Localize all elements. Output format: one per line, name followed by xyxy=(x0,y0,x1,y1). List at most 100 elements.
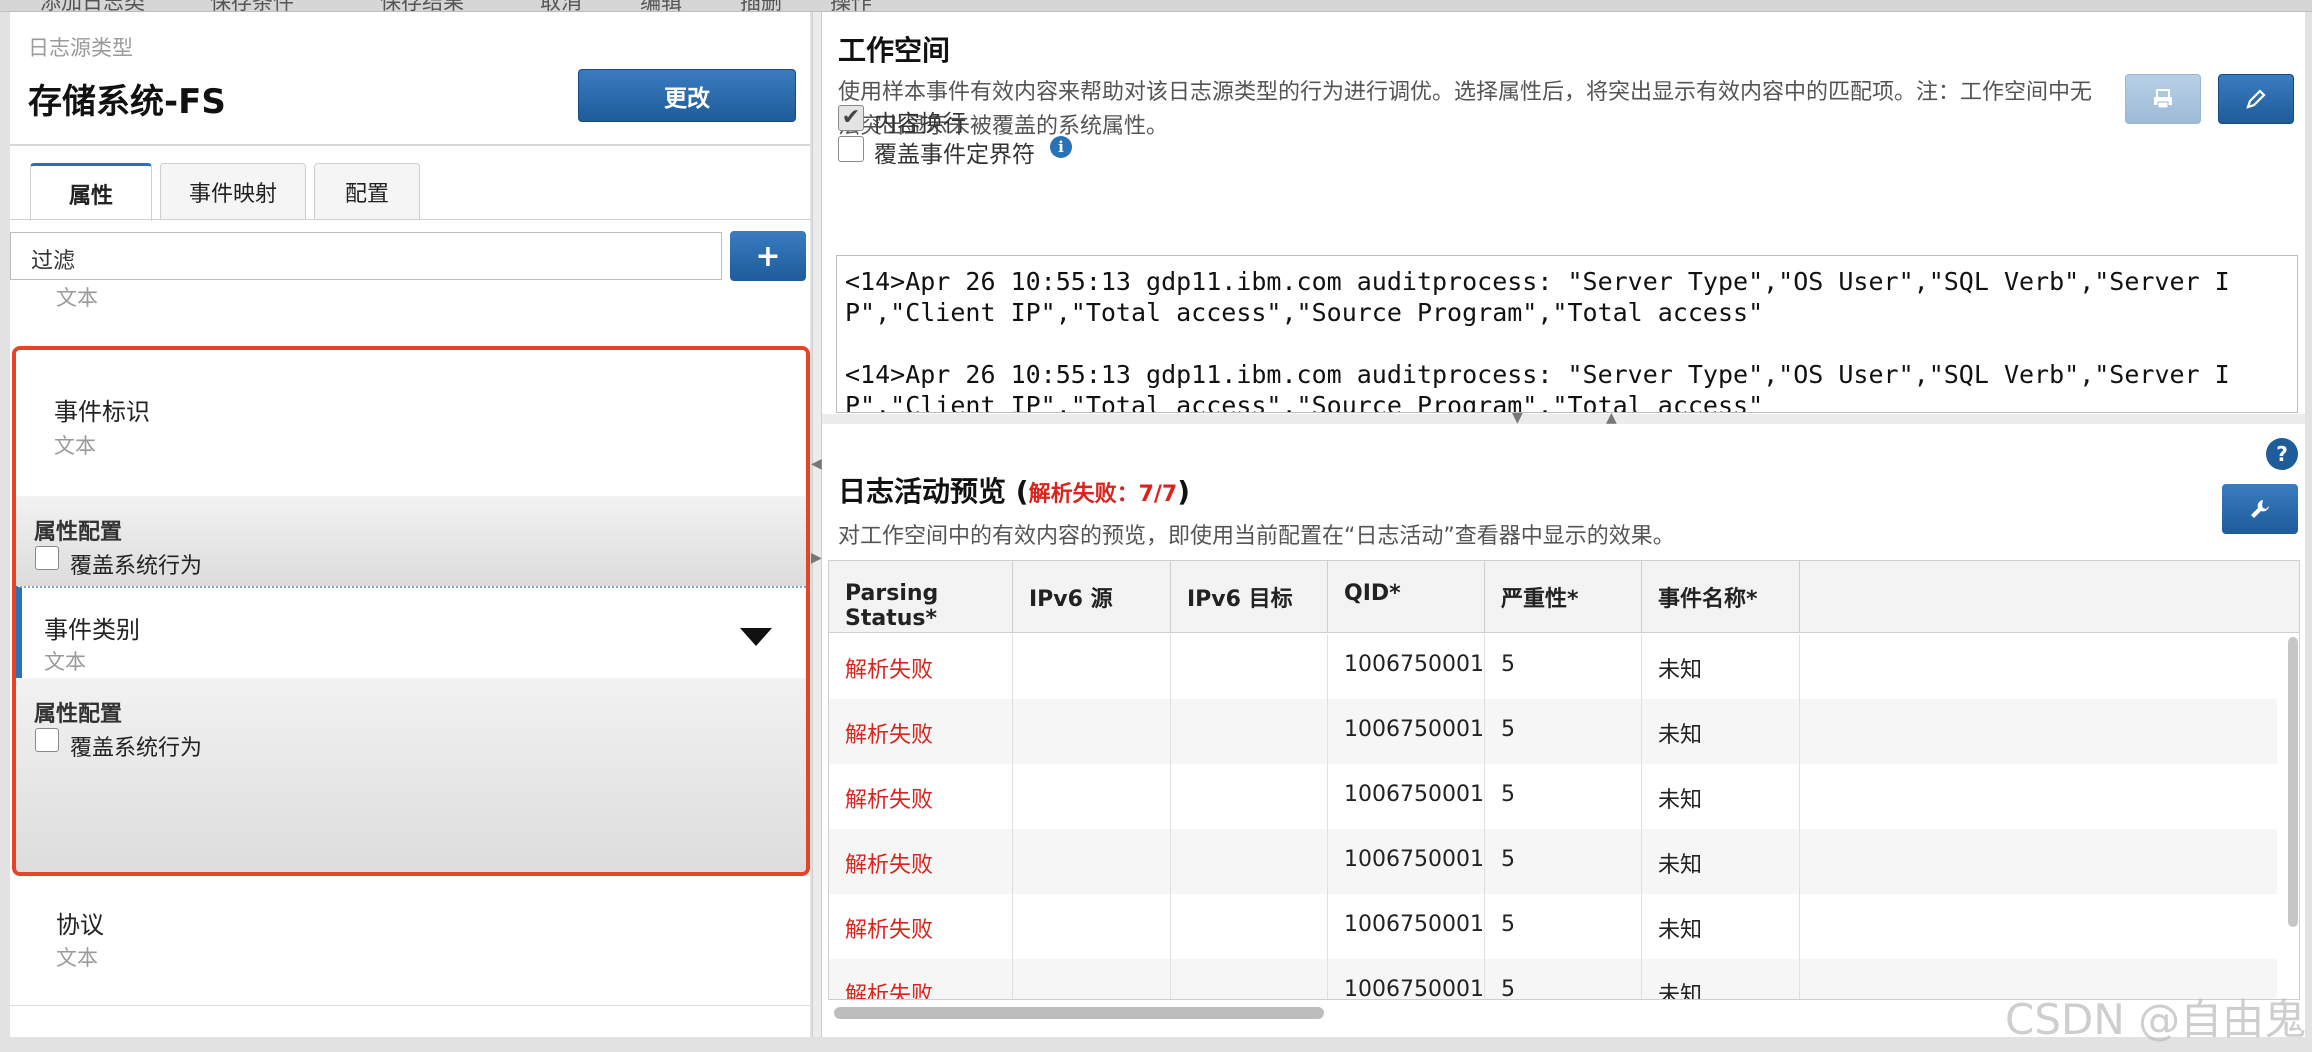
edit-button[interactable] xyxy=(2218,74,2294,124)
toolbar-item-insert[interactable]: 插删 xyxy=(740,0,782,11)
severity-cell: 5 xyxy=(1485,634,1642,699)
info-icon[interactable]: i xyxy=(1050,136,1072,158)
ipv6-source-cell xyxy=(1013,829,1171,894)
help-icon[interactable]: ? xyxy=(2266,438,2298,470)
property-item-event-category[interactable]: 事件类别 文本 xyxy=(16,586,806,678)
add-property-button[interactable]: + xyxy=(730,231,806,281)
divider xyxy=(10,1005,810,1006)
qid-cell: 1006750001 xyxy=(1328,699,1485,764)
column-header[interactable]: Parsing Status* xyxy=(829,561,1013,633)
property-type: 文本 xyxy=(54,434,96,458)
event-name-cell: 未知 xyxy=(1642,764,1800,829)
ipv6-destination-cell xyxy=(1171,829,1328,894)
table-row[interactable]: 解析失败 1006750001 5 未知 xyxy=(829,699,2277,764)
wrap-content-checkbox[interactable]: ✔ xyxy=(838,105,864,131)
change-button[interactable]: 更改 xyxy=(578,69,796,122)
panel-splitter[interactable]: ◀ ▶ xyxy=(811,12,822,1037)
qid-cell: 1006750001 xyxy=(1328,764,1485,829)
ipv6-destination-cell xyxy=(1171,764,1328,829)
workspace-title: 工作空间 xyxy=(838,34,951,67)
parse-failure-count: 解析失败：7/7 xyxy=(1028,482,1178,507)
toolbar-item-cancel[interactable]: 取消 xyxy=(540,0,582,11)
preview-title: 日志活动预览 (解析失败：7/7) xyxy=(838,470,1190,510)
ipv6-destination-cell xyxy=(1171,959,1328,999)
parsing-status-cell: 解析失败 xyxy=(829,699,1013,764)
override-system-behavior-label: 覆盖系统行为 xyxy=(70,736,203,761)
property-config-section: 属性配置 覆盖系统行为 xyxy=(16,678,806,872)
property-name-protocol[interactable]: 协议 xyxy=(56,905,104,940)
toolbar-item-action[interactable]: 操作 xyxy=(830,0,872,11)
property-config-title: 属性配置 xyxy=(34,520,123,545)
override-system-behavior-checkbox[interactable] xyxy=(35,728,59,752)
toolbar-item-save-condition[interactable]: 保存条件 xyxy=(210,0,294,11)
property-item-event-id[interactable]: 事件标识 文本 xyxy=(16,350,806,496)
table-row[interactable]: 解析失败 1006750001 5 未知 xyxy=(829,764,2277,829)
workspace-description: 使用样本事件有效内容来帮助对该日志源类型的行为进行调优。选择属性后，将突出显示有… xyxy=(838,80,2093,139)
event-name-cell: 未知 xyxy=(1642,894,1800,959)
chevron-down-icon[interactable] xyxy=(740,628,772,646)
severity-cell: 5 xyxy=(1485,699,1642,764)
tab-properties[interactable]: 属性 xyxy=(30,163,152,221)
parsing-status-cell: 解析失败 xyxy=(829,894,1013,959)
filter-input[interactable]: 过滤 xyxy=(10,232,722,280)
horizontal-scrollbar[interactable] xyxy=(834,1007,1324,1019)
table-header: Parsing Status* IPv6 源 IPv6 目标 QID* 严重性*… xyxy=(829,561,2299,633)
preview-error-open: ( xyxy=(1006,475,1029,508)
property-config-title: 属性配置 xyxy=(34,702,123,727)
tab-underline xyxy=(10,219,810,220)
preview-description: 对工作空间中的有效内容的预览，即使用当前配置在“日志活动”查看器中显示的效果。 xyxy=(838,524,1675,549)
print-button[interactable] xyxy=(2125,74,2201,124)
table-row[interactable]: 解析失败 1006750001 5 未知 xyxy=(829,634,2277,699)
parsing-status-cell: 解析失败 xyxy=(829,634,1013,699)
collapse-left-icon[interactable]: ◀ xyxy=(811,456,822,472)
severity-cell: 5 xyxy=(1485,764,1642,829)
vertical-scrollbar[interactable] xyxy=(2288,637,2298,927)
ipv6-destination-cell xyxy=(1171,894,1328,959)
qid-cell: 1006750001 xyxy=(1328,829,1485,894)
watermark: CSDN @自由鬼 xyxy=(2005,995,2307,1044)
override-system-behavior-checkbox[interactable] xyxy=(35,546,59,570)
event-name-cell: 未知 xyxy=(1642,699,1800,764)
tab-event-mapping[interactable]: 事件映射 xyxy=(160,163,306,220)
top-toolbar: 添加日志类 保存条件 保存结果 取消 编辑 插删 操作 xyxy=(0,0,2312,12)
tab-configuration[interactable]: 配置 xyxy=(314,163,420,220)
ipv6-destination-cell xyxy=(1171,699,1328,764)
property-type-partial: 文本 xyxy=(56,286,98,310)
column-header[interactable]: IPv6 源 xyxy=(1013,561,1171,633)
toolbar-item-edit[interactable]: 编辑 xyxy=(640,0,682,11)
toolbar-item-add[interactable]: 添加日志类 xyxy=(40,0,145,11)
table-row[interactable]: 解析失败 1006750001 5 未知 xyxy=(829,894,2277,959)
expand-right-icon[interactable]: ▶ xyxy=(811,550,822,566)
ipv6-destination-cell xyxy=(1171,634,1328,699)
override-delimiter-checkbox[interactable] xyxy=(838,136,864,162)
column-header[interactable]: QID* xyxy=(1328,561,1485,633)
highlight-box: 事件标识 文本 属性配置 覆盖系统行为 事件类别 文本 属性配置 覆盖系统行为 xyxy=(12,346,810,876)
configure-button[interactable] xyxy=(2222,484,2298,534)
table-row[interactable]: 解析失败 1006750001 5 未知 xyxy=(829,829,2277,894)
preview-title-text: 日志活动预览 xyxy=(838,475,1007,508)
horizontal-splitter[interactable]: ▼ ▲ xyxy=(822,410,2305,426)
override-delimiter-label: 覆盖事件定界符 xyxy=(874,142,1035,168)
print-icon xyxy=(2154,89,2172,109)
property-config-section: 属性配置 覆盖系统行为 xyxy=(16,496,806,586)
qid-cell: 1006750001 xyxy=(1328,894,1485,959)
preview-error-close: ) xyxy=(1177,475,1191,508)
column-header[interactable]: 事件名称* xyxy=(1642,561,1800,633)
column-header[interactable]: IPv6 目标 xyxy=(1171,561,1328,633)
event-name-cell: 未知 xyxy=(1642,959,1800,999)
left-panel: 日志源类型 存储系统-FS 更改 属性 事件映射 配置 过滤 + 文本 事件标识… xyxy=(10,12,810,1037)
log-source-type-label: 日志源类型 xyxy=(28,36,133,60)
toolbar-item-save-result[interactable]: 保存结果 xyxy=(380,0,464,11)
parsing-status-cell: 解析失败 xyxy=(829,764,1013,829)
divider xyxy=(10,144,810,146)
event-name-cell: 未知 xyxy=(1642,829,1800,894)
ipv6-source-cell xyxy=(1013,764,1171,829)
column-header[interactable]: 严重性* xyxy=(1485,561,1642,633)
qid-cell: 1006750001 xyxy=(1328,959,1485,999)
wrench-icon xyxy=(2251,500,2269,518)
payload-textarea[interactable]: <14>Apr 26 10:55:13 gdp11.ibm.com auditp… xyxy=(836,255,2298,413)
log-activity-preview-panel: ? 日志活动预览 (解析失败：7/7) 对工作空间中的有效内容的预览，即使用当前… xyxy=(822,424,2305,1037)
event-name-cell: 未知 xyxy=(1642,634,1800,699)
ipv6-source-cell xyxy=(1013,959,1171,999)
property-type-protocol: 文本 xyxy=(56,946,98,970)
